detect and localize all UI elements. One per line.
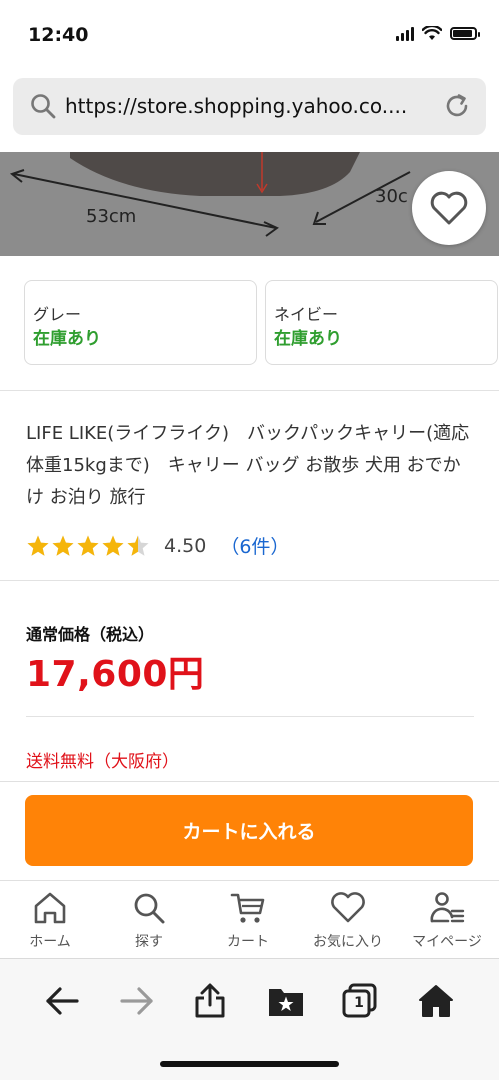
user-list-icon [430,892,465,923]
arrow-left-icon [46,987,79,1015]
nav-label: ホーム [29,934,71,950]
nav-label: カート [227,934,269,950]
nav-item-mypage[interactable]: マイページ [397,889,497,955]
review-count-link[interactable]: （6件） [220,532,289,559]
heart-icon [430,191,468,225]
nav-item-search[interactable]: 探す [99,889,199,955]
forward-button[interactable] [117,981,157,1021]
divider [0,390,499,391]
star-icon [52,535,74,556]
rating-stars [26,534,150,558]
variant-option-navy[interactable]: ネイビー 在庫あり [265,280,498,365]
star-icon [127,535,149,556]
arrow-right-icon [120,987,153,1015]
dimension-width-label: 53cm [86,206,136,227]
product-rating[interactable]: 4.50 （6件） [26,532,289,559]
bookmarks-button[interactable] [266,981,306,1021]
star-icon [77,535,99,556]
share-icon [195,983,225,1018]
star-icon [102,535,124,556]
variant-stock-status: 在庫あり [33,329,101,349]
app-bottom-nav: ホーム 探す カート お気に入り マイページ [0,880,499,958]
share-button[interactable] [190,981,230,1021]
variant-option-gray[interactable]: グレー 在庫あり [24,280,257,365]
status-icons [396,26,480,41]
add-to-cart-button[interactable]: カートに入れる [25,795,473,866]
price-amount: 17,600円 [26,654,205,695]
star-icon [27,535,49,556]
nav-item-cart[interactable]: カート [198,889,298,955]
dimension-depth-label: 30c [375,186,408,207]
nav-label: 探す [135,934,163,950]
nav-item-favorites[interactable]: お気に入り [298,889,398,955]
variant-stock-status: 在庫あり [274,329,342,349]
variant-name: ネイビー [274,305,339,324]
rating-value: 4.50 [164,534,207,557]
url-text[interactable]: https://store.shopping.yahoo.co.... [65,94,445,118]
back-button[interactable] [42,981,82,1021]
divider [0,580,499,581]
cart-icon [230,893,265,923]
divider [26,716,474,717]
bookmark-star-folder-icon [269,989,303,1016]
nav-label: マイページ [412,934,482,950]
status-bar: 12:40 [0,0,499,72]
home-indicator [160,1061,339,1067]
address-bar[interactable]: https://store.shopping.yahoo.co.... [13,78,486,135]
tabs-button[interactable]: 1 [340,981,380,1021]
favorite-button[interactable] [412,171,486,245]
home-button[interactable] [416,981,456,1021]
wifi-icon [422,26,442,40]
status-time: 12:40 [28,24,89,46]
product-title: LIFE LIKE(ライフライク) バックパックキャリー(適応体重15kgまで)… [26,423,470,508]
heart-icon [331,892,365,923]
home-icon [419,985,453,1017]
variant-name: グレー [33,305,82,324]
search-icon [31,94,56,119]
price-label: 通常価格（税込） [26,625,155,644]
shipping-info: 送料無料（大阪府） [26,752,179,772]
reload-icon[interactable] [442,91,472,121]
battery-icon [450,27,480,40]
home-outline-icon [34,892,66,924]
tabs-count: 1 [354,995,364,1011]
nav-label: お気に入り [313,934,383,950]
signal-icon [396,26,414,41]
search-icon [134,893,165,924]
nav-item-home[interactable]: ホーム [0,889,100,955]
